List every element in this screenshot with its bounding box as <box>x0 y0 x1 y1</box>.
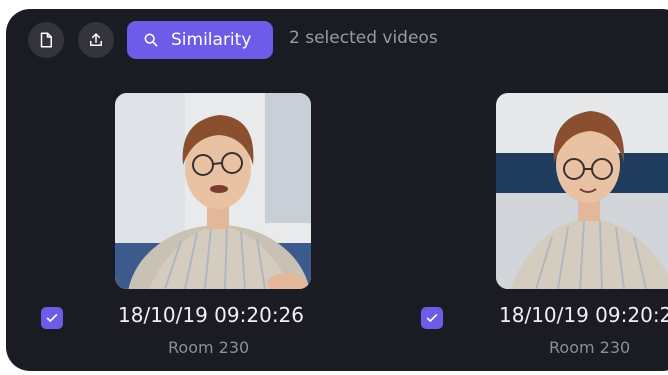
video-select-checkbox[interactable] <box>41 307 63 329</box>
video-select-checkbox[interactable] <box>421 307 443 329</box>
search-icon <box>144 33 158 47</box>
upload-button[interactable] <box>78 22 114 58</box>
similarity-label: Similarity <box>171 30 252 50</box>
checkmark-icon <box>46 314 58 322</box>
video-thumbnail[interactable] <box>115 93 311 289</box>
file-icon <box>40 32 52 48</box>
video-selection-panel: Similarity 2 selected videos 18/10/19 09… <box>6 9 668 371</box>
video-thumbnail[interactable] <box>496 93 668 289</box>
video-timestamp: 18/10/19 09:20:26 <box>499 303 668 327</box>
video-location: Room 230 <box>168 338 250 357</box>
checkmark-icon <box>426 314 438 322</box>
upload-icon <box>90 33 102 46</box>
video-location: Room 230 <box>549 338 631 357</box>
person-thumbnail-image <box>496 93 668 289</box>
new-file-button[interactable] <box>28 22 64 58</box>
person-thumbnail-image <box>115 93 311 289</box>
video-timestamp: 18/10/19 09:20:26 <box>118 303 305 327</box>
similarity-button[interactable]: Similarity <box>127 21 273 59</box>
toolbar: Similarity 2 selected videos <box>6 9 668 71</box>
selection-status: 2 selected videos <box>289 28 438 48</box>
